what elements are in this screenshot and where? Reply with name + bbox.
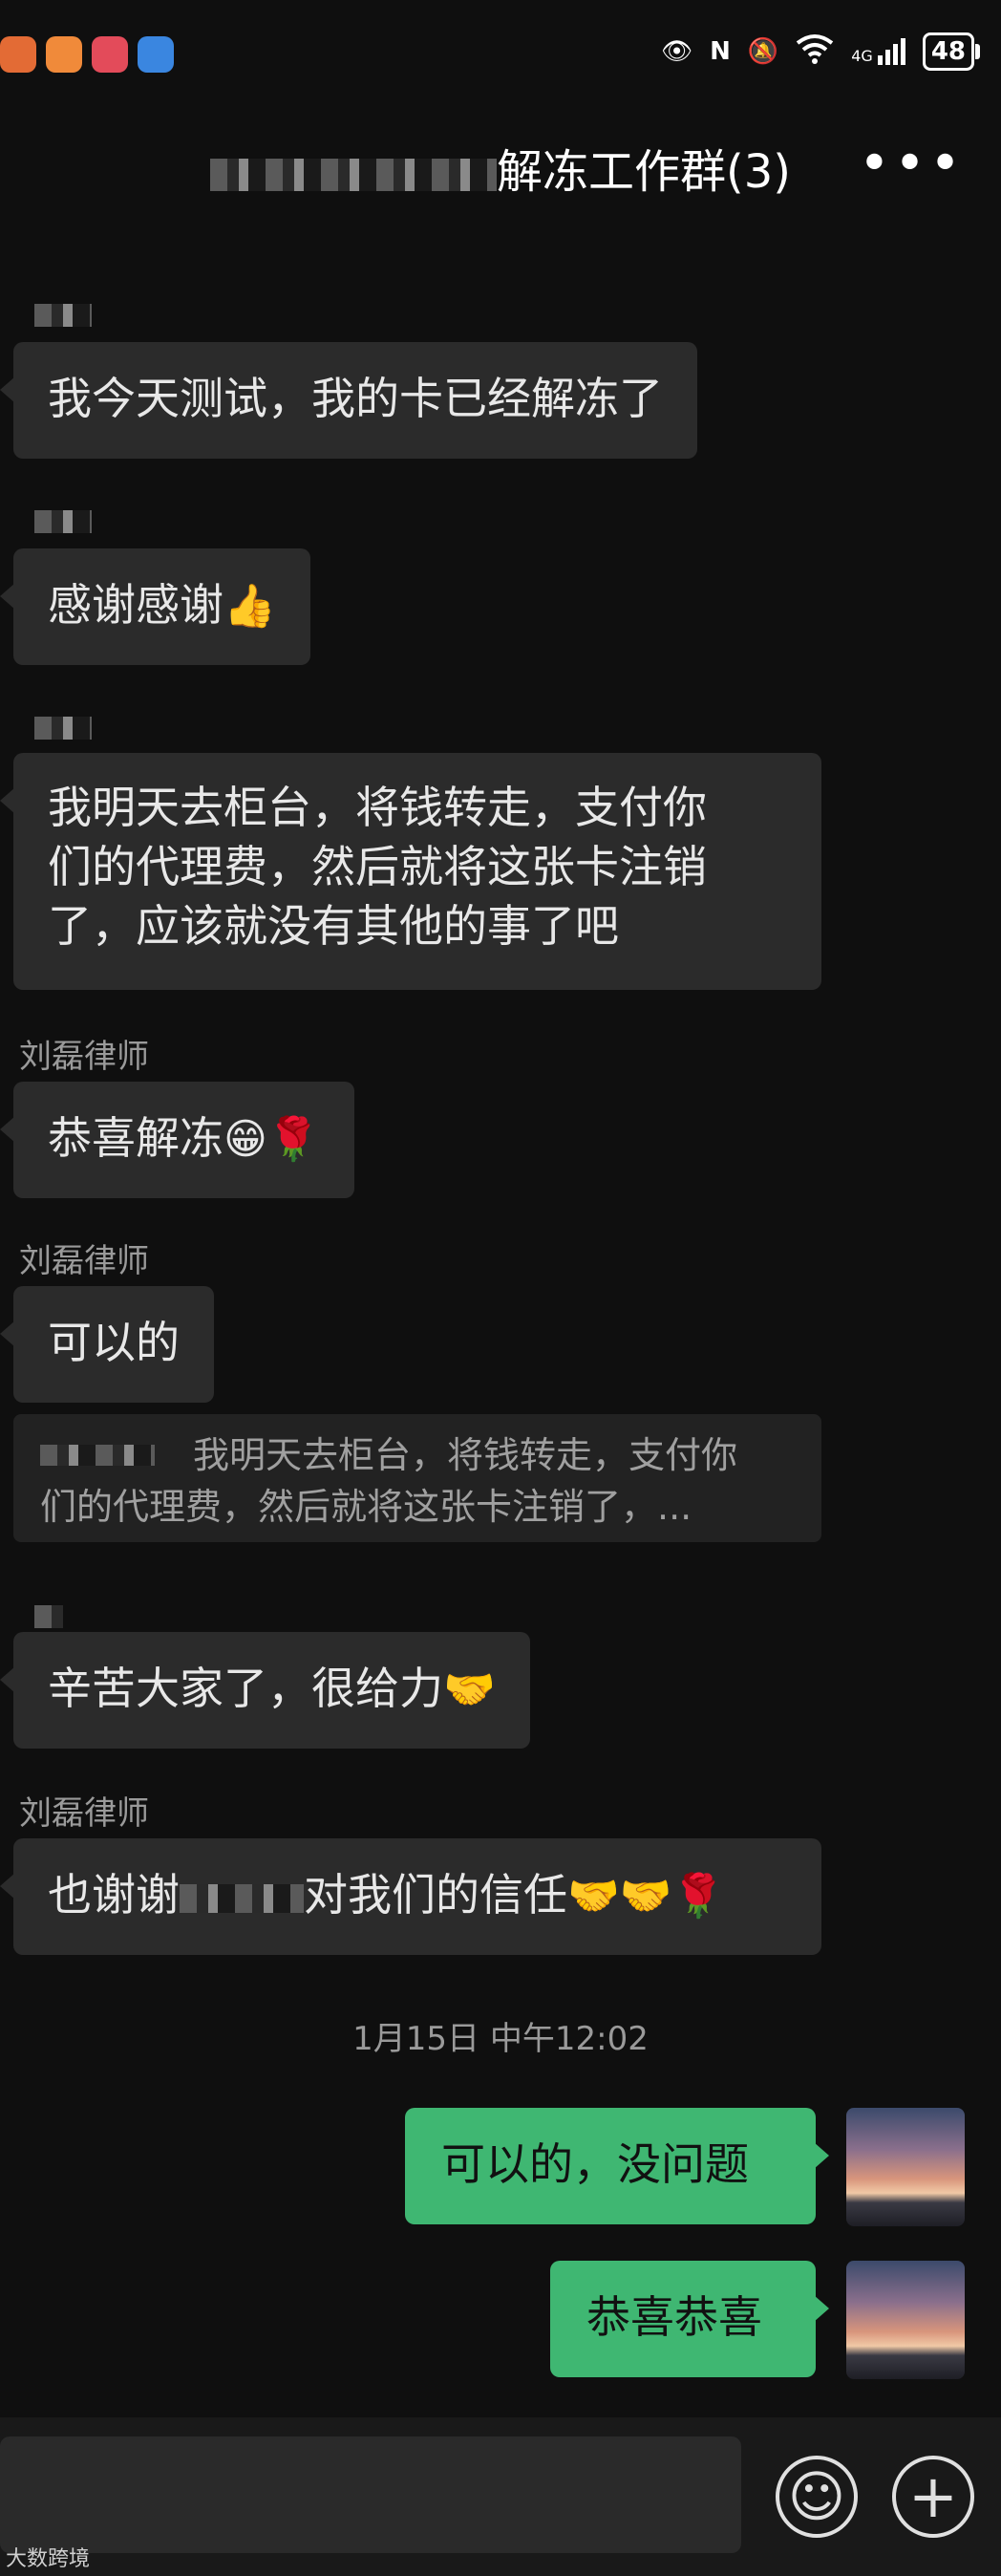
sender-name: 刘磊律师 xyxy=(19,1242,149,1280)
message-bubble[interactable]: 感谢感谢👍 xyxy=(0,548,310,665)
redacted-sender-name xyxy=(34,304,92,327)
watermark-text: 大数跨境 xyxy=(6,2547,91,2571)
quote-text-line: 们的代理费，然后就将这张卡注销了，... xyxy=(40,1486,692,1528)
avatar[interactable] xyxy=(846,2261,965,2379)
message-text-line: 们的代理费，然后就将这张卡注销 xyxy=(48,841,707,892)
smiley-icon: ☺ xyxy=(787,2464,846,2529)
battery-indicator: 48 xyxy=(922,32,981,71)
network-type-label: 4G xyxy=(851,47,873,65)
eye-icon: 👁 xyxy=(661,37,693,66)
emoji-button[interactable]: ☺ xyxy=(776,2456,858,2538)
message-bubble[interactable]: 我明天去柜台，将钱转走，支付你 们的代理费，然后就将这张卡注销 了，应该就没有其… xyxy=(0,753,821,990)
message-bubble[interactable]: 辛苦大家了，很给力🤝 xyxy=(0,1632,530,1749)
more-options-button[interactable]: ••• xyxy=(859,138,965,191)
mute-bell-icon: 🔕 xyxy=(747,37,779,66)
grin-rose-icon: 😁🌹 xyxy=(224,1115,320,1164)
quote-text-line: 我明天去柜台，将钱转走，支付你 xyxy=(193,1434,738,1476)
message-text: 对我们的信任 xyxy=(304,1869,567,1921)
redacted-sender-name xyxy=(34,510,92,533)
thumbs-up-icon: 👍 xyxy=(224,582,276,631)
sender-name: 刘磊律师 xyxy=(19,1038,149,1076)
handshake-icon: 🤝 xyxy=(443,1665,496,1714)
watermark: 大数跨境 xyxy=(6,2542,90,2572)
message-text: 可以的，没问题 xyxy=(441,2138,749,2190)
notification-app-icon xyxy=(46,36,82,73)
message-text: 恭喜恭喜 xyxy=(586,2291,762,2343)
handshake-rose-icon: 🤝🤝🌹 xyxy=(567,1872,725,1921)
timestamp: 1月15日 中午12:02 xyxy=(352,2020,649,2058)
redacted-block xyxy=(180,1883,304,1913)
plus-button[interactable]: + xyxy=(892,2456,974,2538)
message-bubble[interactable]: 也谢谢 对我们的信任🤝🤝🌹 xyxy=(0,1838,821,1955)
redacted-block xyxy=(40,1445,155,1466)
message-text-line: 了，应该就没有其他的事了吧 xyxy=(48,900,619,952)
sender-name: 刘磊律师 xyxy=(19,1794,149,1833)
message-text: 也谢谢 xyxy=(48,1869,180,1921)
plus-icon: + xyxy=(908,2461,958,2531)
wifi-icon xyxy=(796,33,834,71)
message-input[interactable] xyxy=(0,2436,741,2553)
message-bubble[interactable]: 可以的 xyxy=(0,1286,214,1403)
message-bubble[interactable]: 我今天测试，我的卡已经解冻了 xyxy=(0,342,697,459)
notification-app-icon xyxy=(92,36,128,73)
notification-app-icon xyxy=(138,36,174,73)
chat-title-text: 解冻工作群(3) xyxy=(497,145,791,199)
message-text-line: 我明天去柜台，将钱转走，支付你 xyxy=(48,782,707,833)
notification-app-icon xyxy=(0,36,36,73)
outgoing-message-bubble[interactable]: 恭喜恭喜 xyxy=(550,2261,829,2377)
nfc-icon: N xyxy=(710,37,731,66)
message-text: 感谢感谢 xyxy=(48,579,224,631)
message-text: 辛苦大家了，很给力 xyxy=(48,1663,443,1714)
signal-icon: 4G xyxy=(851,38,905,65)
message-bubble[interactable]: 恭喜解冻😁🌹 xyxy=(0,1082,354,1198)
redacted-block xyxy=(210,159,497,191)
status-bar-left xyxy=(0,36,174,73)
quoted-message[interactable]: 我明天去柜台，将钱转走，支付你 们的代理费，然后就将这张卡注销了，... xyxy=(13,1414,821,1542)
message-text: 恭喜解冻 xyxy=(48,1112,224,1164)
avatar[interactable] xyxy=(846,2108,965,2226)
outgoing-message-bubble[interactable]: 可以的，没问题 xyxy=(405,2108,829,2224)
status-bar-right: 👁 N 🔕 4G 48 xyxy=(661,32,981,71)
redacted-sender-name xyxy=(34,1605,63,1628)
redacted-sender-name xyxy=(34,717,92,740)
chat-title: 解冻工作群(3) xyxy=(0,134,1001,201)
message-text: 可以的 xyxy=(48,1317,180,1368)
message-text: 我今天测试，我的卡已经解冻了 xyxy=(48,373,663,424)
